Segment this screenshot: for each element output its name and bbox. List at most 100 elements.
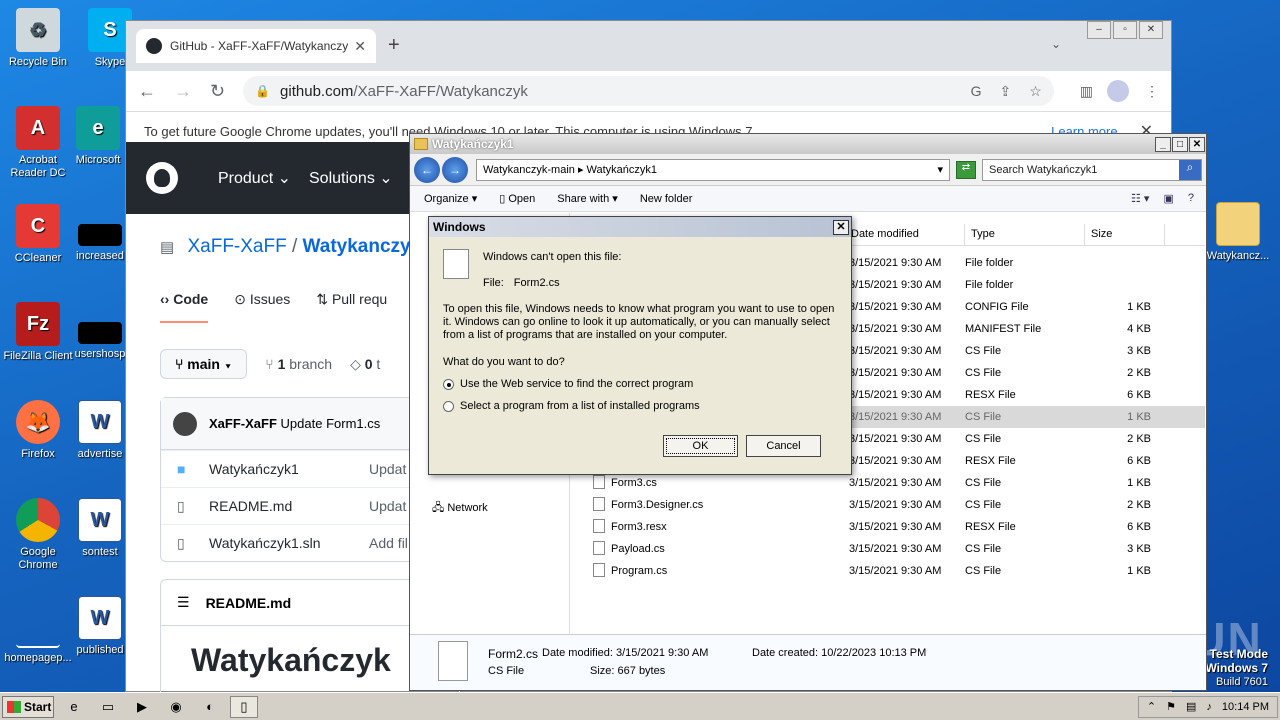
- bookmark-star-icon[interactable]: ☆: [1029, 83, 1042, 100]
- minimize-button[interactable]: –: [1087, 21, 1111, 39]
- file-icon: ▯: [177, 497, 185, 514]
- show-hidden-icons[interactable]: ⌃: [1147, 700, 1156, 713]
- table-row[interactable]: Program.cs 3/15/2021 9:30 AM CS File 1 KB: [571, 560, 1205, 582]
- forward-icon[interactable]: →: [442, 156, 468, 183]
- share-with-button[interactable]: Share with ▾: [557, 192, 618, 205]
- reload-icon[interactable]: ↻: [210, 81, 225, 102]
- start-button[interactable]: Start: [2, 695, 54, 718]
- search-icon[interactable]: ⌕: [1179, 159, 1201, 180]
- close-tab-icon[interactable]: ✕: [354, 38, 366, 55]
- file-icon: [78, 322, 122, 344]
- desktop-icon-recycle-bin[interactable]: ♻ Recycle Bin: [0, 8, 76, 69]
- file-icon: [78, 224, 122, 246]
- clock[interactable]: 10:14 PM: [1222, 701, 1269, 713]
- google-lens-icon[interactable]: G: [971, 83, 982, 100]
- open-button[interactable]: ▯ Open: [499, 192, 535, 205]
- acrobat-icon: A: [16, 106, 60, 150]
- nav-product[interactable]: Product ⌄: [218, 168, 291, 188]
- maximize-button[interactable]: ▫: [1113, 21, 1137, 39]
- minimize-button[interactable]: _: [1155, 136, 1171, 152]
- commit-message[interactable]: Update Form1.cs: [281, 416, 381, 431]
- list-icon[interactable]: ☰: [177, 594, 190, 611]
- tab-issues[interactable]: ⊙ Issues: [234, 291, 290, 323]
- repo-name-link[interactable]: Watykanczyk: [303, 236, 422, 257]
- details-pane: Form2.cs CS File Date modified: 3/15/202…: [410, 634, 1206, 690]
- edge-icon[interactable]: ◐: [196, 696, 224, 718]
- address-bar[interactable]: 🔒 github.com/XaFF-XaFF/Watykanczyk G ⇪ ☆: [243, 76, 1054, 106]
- ok-button[interactable]: OK: [663, 435, 738, 457]
- notepad-icon[interactable]: ▯: [230, 695, 258, 718]
- preview-pane-icon[interactable]: ▣: [1163, 192, 1173, 205]
- magnifier-file-icon: [443, 249, 469, 279]
- view-icon[interactable]: ☷ ▾: [1131, 192, 1149, 205]
- share-icon[interactable]: ⇪: [999, 83, 1011, 100]
- firefox-icon: 🦊: [16, 400, 60, 444]
- back-icon[interactable]: ←: [138, 81, 156, 102]
- new-tab-button[interactable]: +: [388, 34, 400, 57]
- system-tray: ⌃ ⚑ ▤ ♪ 10:14 PM: [1137, 695, 1278, 718]
- explorer-icon[interactable]: ▭: [94, 696, 122, 718]
- close-icon[interactable]: ✕: [833, 219, 849, 235]
- folder-icon: ■: [177, 461, 186, 477]
- open-with-dialog: Windows ✕ Windows can't open this file: …: [428, 216, 852, 475]
- branches-link[interactable]: ⑂ 1 branch: [265, 356, 332, 372]
- organize-button[interactable]: Organize ▾: [424, 192, 477, 205]
- table-row[interactable]: Form3.cs 3/15/2021 9:30 AM CS File 1 KB: [571, 472, 1205, 494]
- file-icon: [438, 641, 468, 681]
- web-service-radio[interactable]: Use the Web service to find the correct …: [443, 378, 837, 390]
- avatar: [173, 411, 197, 436]
- column-size[interactable]: Size: [1085, 224, 1165, 245]
- network-icon[interactable]: ▤: [1186, 700, 1196, 713]
- word-icon: W: [78, 596, 122, 640]
- windows-logo-icon: [7, 700, 21, 713]
- word-icon: W: [78, 400, 122, 444]
- tab-code[interactable]: ‹› Code: [160, 291, 209, 323]
- window-controls: – ▫ ✕: [1085, 21, 1163, 39]
- tags-link[interactable]: ◇ 0 t: [350, 356, 380, 373]
- column-type[interactable]: Type: [965, 224, 1085, 245]
- chrome-icon[interactable]: ◉: [162, 696, 190, 718]
- forward-icon[interactable]: →: [174, 81, 192, 102]
- tab-search-icon[interactable]: ⌄: [1051, 37, 1061, 51]
- close-button[interactable]: ✕: [1189, 136, 1205, 152]
- nav-solutions[interactable]: Solutions ⌄: [309, 168, 393, 188]
- back-icon[interactable]: ←: [414, 156, 440, 183]
- desktop-icon-watykanczyk[interactable]: Watykancz...: [1200, 202, 1276, 263]
- volume-icon[interactable]: ♪: [1206, 701, 1212, 713]
- file-icon: [593, 563, 605, 577]
- installed-programs-radio[interactable]: Select a program from a list of installe…: [443, 400, 837, 412]
- table-row[interactable]: Form3.resx 3/15/2021 9:30 AM RESX File 6 KB: [571, 516, 1205, 538]
- repo-tabs: ‹› Code ⊙ Issues ⇅ Pull requ: [160, 291, 413, 323]
- new-folder-button[interactable]: New folder: [640, 193, 693, 205]
- explorer-navbar: ← → Watykanczyk-main ▸ Watykańczyk1 ▾ ⇄ S…: [410, 154, 1206, 186]
- profile-avatar[interactable]: [1107, 80, 1129, 102]
- commit-author[interactable]: XaFF-XaFF: [209, 416, 277, 431]
- maximize-button[interactable]: □: [1172, 136, 1188, 152]
- table-row[interactable]: Payload.cs 3/15/2021 9:30 AM CS File 3 KB: [571, 538, 1205, 560]
- help-icon[interactable]: ?: [1188, 192, 1194, 205]
- close-button[interactable]: ✕: [1139, 21, 1163, 39]
- table-row[interactable]: Form3.Designer.cs 3/15/2021 9:30 AM CS Fil…: [571, 494, 1205, 516]
- github-logo-icon[interactable]: [146, 162, 178, 194]
- address-bar[interactable]: Watykanczyk-main ▸ Watykańczyk1 ▾: [476, 158, 950, 181]
- browser-tab[interactable]: GitHub - XaFF-XaFF/Watykanczyk: R ✕: [136, 29, 376, 63]
- search-input[interactable]: Search Watykańczyk1 ⌕: [982, 158, 1202, 181]
- file-icon: [593, 519, 605, 533]
- file-icon: [593, 475, 605, 489]
- tab-pull-requests[interactable]: ⇅ Pull requ: [316, 291, 387, 323]
- cancel-button[interactable]: Cancel: [746, 435, 821, 457]
- tab-strip: GitHub - XaFF-XaFF/Watykanczyk: R ✕ + ⌄ …: [126, 21, 1171, 71]
- ie-icon[interactable]: e: [60, 696, 88, 718]
- side-panel-icon[interactable]: ▥: [1080, 83, 1093, 100]
- media-player-icon[interactable]: ▶: [128, 696, 156, 718]
- taskbar: Start e ▭ ▶ ◉ ◐ ▯ ⌃ ⚑ ▤ ♪ 10:14 PM: [0, 692, 1280, 720]
- column-date-modified[interactable]: Date modified: [845, 224, 965, 245]
- nav-network[interactable]: 🖧 Network: [432, 499, 488, 518]
- filezilla-icon: Fz: [16, 302, 60, 346]
- refresh-icon[interactable]: ⇄: [956, 160, 976, 179]
- repo-owner-link[interactable]: XaFF-XaFF: [187, 236, 286, 257]
- menu-icon[interactable]: ⋮: [1145, 83, 1159, 100]
- flag-icon[interactable]: ⚑: [1166, 700, 1176, 713]
- github-favicon-icon: [146, 38, 162, 54]
- branch-select-button[interactable]: ⑂ main ▾: [160, 349, 248, 379]
